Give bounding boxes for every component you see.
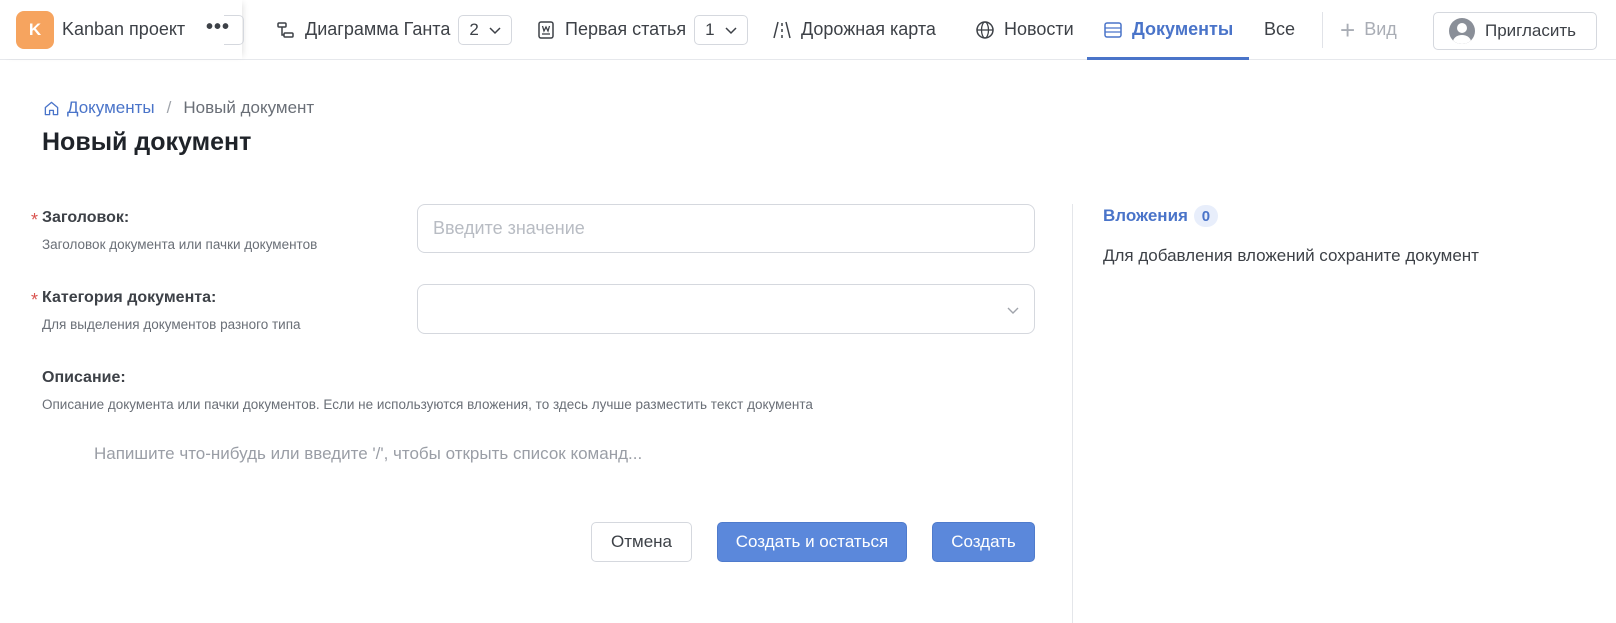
- title-input[interactable]: [418, 205, 1034, 252]
- cancel-button[interactable]: Отмена: [591, 522, 692, 562]
- category-field-hint: Для выделения документов разного типа: [42, 317, 301, 332]
- tab-first-article-count-select[interactable]: 1: [694, 14, 748, 45]
- project-name[interactable]: Kanban проект: [62, 19, 185, 40]
- tab-gantt-count: 2: [469, 19, 479, 39]
- tab-news[interactable]: Новости: [975, 0, 1074, 59]
- category-field-label: Категория документа:: [42, 289, 217, 306]
- tab-news-label: Новости: [1004, 19, 1074, 39]
- tab-all-label: Все: [1264, 19, 1296, 39]
- home-icon[interactable]: [43, 100, 60, 117]
- panel-divider: [1072, 204, 1073, 623]
- tab-first-article-label: Первая статья: [565, 19, 687, 39]
- tab-gantt-label: Диаграмма Ганта: [305, 19, 451, 39]
- project-logo: K: [16, 11, 54, 49]
- breadcrumb-current: Новый документ: [183, 98, 315, 117]
- description-field-label: Описание:: [42, 369, 126, 386]
- tab-all[interactable]: Все: [1264, 0, 1295, 59]
- globe-icon: [976, 20, 994, 39]
- documents-icon: [1104, 21, 1122, 38]
- category-select[interactable]: [417, 284, 1035, 334]
- required-mark: *: [31, 290, 39, 310]
- chevron-down-icon: [1007, 307, 1019, 314]
- attachments-header: Вложения 0: [1103, 205, 1218, 227]
- title-input-wrapper: [417, 204, 1035, 253]
- invite-button[interactable]: Пригласить: [1433, 12, 1597, 50]
- attachments-count-badge: 0: [1193, 205, 1218, 227]
- create-button[interactable]: Создать: [932, 522, 1035, 562]
- tab-documents-label: Документы: [1132, 19, 1234, 39]
- title-field-hint: Заголовок документа или пачки документов: [42, 237, 318, 252]
- tab-roadmap-label: Дорожная карта: [801, 19, 936, 39]
- user-avatar-icon: [1449, 18, 1475, 44]
- title-field-label: Заголовок:: [42, 209, 130, 226]
- create-and-stay-button[interactable]: Создать и остаться: [717, 522, 907, 562]
- top-navigation-bar: K Kanban проект ••• Диаграмма Ганта 2 Пе…: [0, 0, 1616, 60]
- tab-gantt[interactable]: Диаграмма Ганта 2: [276, 0, 512, 59]
- breadcrumb-separator: /: [166, 98, 172, 117]
- required-mark: *: [31, 210, 39, 230]
- attachments-title: Вложения: [1103, 206, 1188, 225]
- breadcrumb: Документы / Новый документ: [43, 98, 314, 118]
- tab-gantt-count-select[interactable]: 2: [458, 14, 512, 45]
- tab-first-article-count: 1: [705, 19, 715, 39]
- chevron-down-icon: [725, 26, 737, 34]
- roadmap-icon: [773, 21, 791, 38]
- invite-label: Пригласить: [1485, 21, 1577, 40]
- gantt-icon: [277, 21, 294, 38]
- toolbar-divider: [1322, 12, 1323, 48]
- breadcrumb-documents-link[interactable]: Документы: [67, 98, 155, 118]
- tab-roadmap[interactable]: Дорожная карта: [772, 0, 936, 59]
- tab-documents[interactable]: Документы: [1087, 0, 1250, 60]
- plus-icon: +: [1340, 14, 1356, 45]
- article-icon: [538, 20, 554, 39]
- description-field-hint: Описание документа или пачки документов.…: [42, 397, 813, 412]
- project-switcher[interactable]: K Kanban проект •••: [0, 0, 242, 59]
- page-title: Новый документ: [42, 128, 252, 156]
- add-view-label: Вид: [1364, 19, 1397, 39]
- attachments-message: Для добавления вложений сохраните докуме…: [1103, 246, 1479, 265]
- chevron-down-icon: [489, 26, 501, 34]
- description-editor[interactable]: Напишите что-нибудь или введите '/', что…: [94, 444, 642, 464]
- add-view-button[interactable]: + Вид: [1340, 0, 1397, 59]
- tab-first-article[interactable]: Первая статья 1: [536, 0, 748, 59]
- project-switcher-frame: [224, 15, 244, 45]
